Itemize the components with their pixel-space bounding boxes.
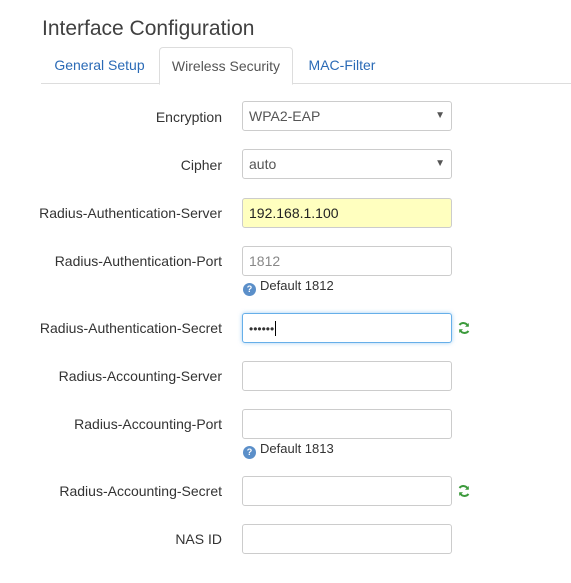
radius-auth-port-label: Radius-Authentication-Port <box>54 253 222 269</box>
radius-acct-port-hint-text: Default 1813 <box>260 441 334 456</box>
radius-auth-secret-input[interactable]: •••••• <box>242 313 452 343</box>
page-title: Interface Configuration <box>42 17 255 40</box>
cipher-label: Cipher <box>180 157 222 173</box>
tab-wireless-security[interactable]: Wireless Security <box>159 47 293 85</box>
radius-acct-port-hint: ? Default 1813 <box>243 441 334 459</box>
radius-acct-server-input[interactable] <box>242 361 452 391</box>
cipher-select[interactable]: auto ▼ <box>242 149 452 179</box>
info-icon: ? <box>243 283 256 296</box>
nas-id-label: NAS ID <box>175 531 222 547</box>
encryption-select[interactable]: WPA2-EAP ▼ <box>242 101 452 131</box>
radius-acct-server-label: Radius-Accounting-Server <box>58 368 222 384</box>
radius-auth-secret-label: Radius-Authentication-Secret <box>39 320 222 336</box>
tab-bar: General Setup Wireless Security MAC-Filt… <box>41 47 571 85</box>
radius-acct-secret-label: Radius-Accounting-Secret <box>59 483 222 499</box>
info-icon: ? <box>243 446 256 459</box>
cipher-value: auto <box>249 156 277 172</box>
radius-acct-port-input[interactable] <box>242 409 452 439</box>
radius-auth-server-label: Radius-Authentication-Server <box>39 205 222 221</box>
radius-auth-port-hint-text: Default 1812 <box>260 278 334 293</box>
radius-acct-secret-input[interactable] <box>242 476 452 506</box>
radius-auth-port-input[interactable]: 1812 <box>242 246 452 276</box>
radius-acct-port-label: Radius-Accounting-Port <box>74 416 222 432</box>
radius-auth-server-input[interactable]: 192.168.1.100 <box>242 198 452 228</box>
radius-auth-port-placeholder: 1812 <box>249 253 281 269</box>
radius-auth-server-value: 192.168.1.100 <box>249 205 339 221</box>
chevron-down-icon: ▼ <box>435 110 445 121</box>
radius-auth-port-hint: ? Default 1812 <box>243 278 334 296</box>
tab-general-setup[interactable]: General Setup <box>41 47 158 84</box>
nas-id-input[interactable] <box>242 524 452 554</box>
refresh-icon[interactable] <box>457 484 471 498</box>
tab-mac-filter[interactable]: MAC-Filter <box>294 47 390 84</box>
encryption-label: Encryption <box>155 109 222 125</box>
refresh-icon[interactable] <box>457 321 471 335</box>
radius-auth-secret-value: •••••• <box>249 322 275 336</box>
chevron-down-icon: ▼ <box>435 158 445 169</box>
text-caret <box>275 321 277 336</box>
encryption-value: WPA2-EAP <box>249 108 321 124</box>
